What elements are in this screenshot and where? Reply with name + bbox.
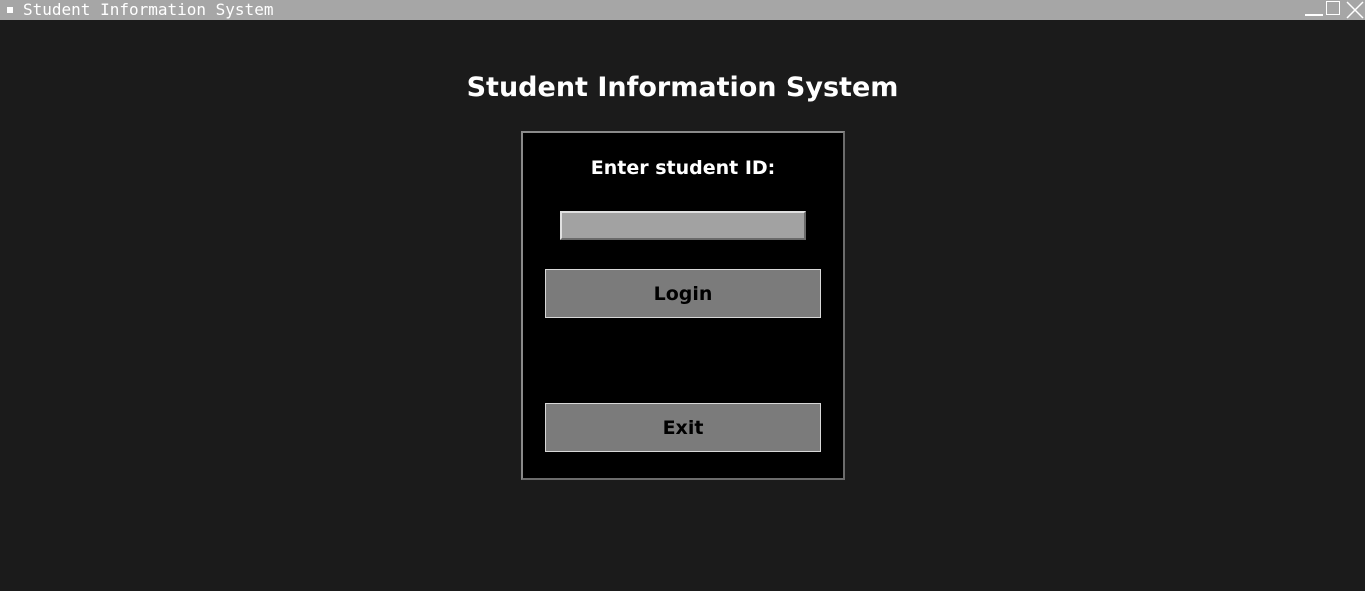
exit-button[interactable]: Exit	[545, 403, 821, 452]
maximize-icon	[1326, 1, 1340, 15]
login-button[interactable]: Login	[545, 269, 821, 318]
app-window: Student Information System Student Infor…	[0, 0, 1365, 591]
title-bar[interactable]: Student Information System	[0, 0, 1365, 20]
minimize-button[interactable]	[1305, 0, 1325, 20]
student-id-input[interactable]	[560, 211, 806, 240]
page-title: Student Information System	[466, 72, 899, 103]
close-button[interactable]	[1345, 0, 1365, 20]
minimize-icon	[1305, 14, 1323, 16]
window-menu-icon[interactable]	[7, 7, 13, 13]
maximize-button[interactable]	[1325, 0, 1345, 20]
window-title: Student Information System	[23, 0, 274, 19]
student-id-label: Enter student ID:	[590, 157, 776, 179]
close-icon	[1346, 1, 1364, 19]
login-panel: Enter student ID: Login Exit	[521, 131, 845, 480]
